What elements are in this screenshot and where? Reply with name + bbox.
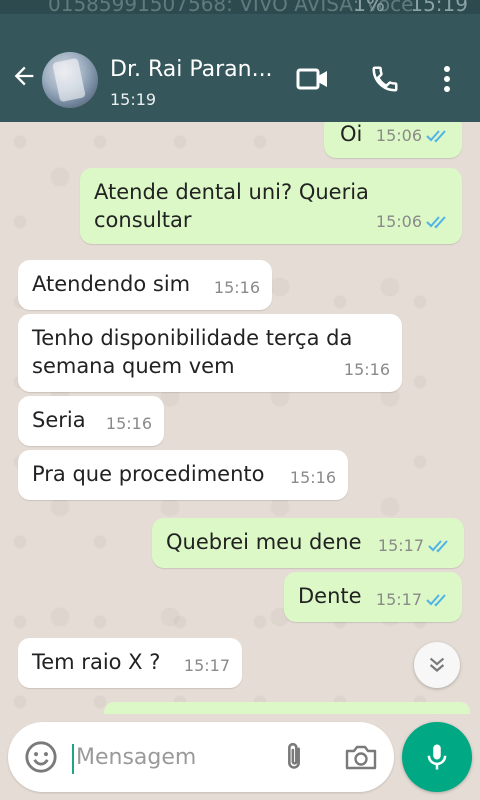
status-time: 15:19 (410, 0, 468, 14)
paperclip-icon[interactable] (280, 740, 308, 774)
double-check-icon (426, 130, 446, 143)
more-vertical-icon[interactable] (438, 64, 456, 94)
arrow-left-icon[interactable] (10, 62, 38, 90)
message-time: 15:06 (375, 212, 422, 231)
scroll-to-bottom-button[interactable] (414, 642, 460, 688)
double-check-icon (426, 594, 446, 607)
message-bubble-outgoing[interactable]: Dente 15:17 (284, 572, 462, 622)
message-meta: 15:17 (376, 586, 450, 614)
avatar[interactable] (42, 52, 98, 108)
text-caret (72, 744, 74, 774)
microphone-icon (427, 744, 447, 770)
message-time: 15:17 (377, 536, 424, 555)
message-bubble-incoming[interactable]: Tenho disponibilidade terça da semana qu… (18, 314, 402, 392)
status-bar: 01585991507568: VIVO AVISA: Voce 1% 15:1… (0, 0, 480, 14)
message-time: 15:16 (213, 278, 260, 297)
message-text: Pra que procedimento (32, 462, 265, 486)
message-bubble-outgoing[interactable]: Oi 15:06 (324, 122, 462, 158)
message-text: Tem raio X ? (32, 650, 161, 674)
emoji-icon[interactable] (24, 740, 58, 774)
message-meta: 15:16 (290, 464, 336, 492)
message-time: 15:16 (105, 414, 152, 433)
message-input[interactable] (76, 738, 266, 776)
message-time: 15:16 (289, 468, 336, 487)
video-camera-icon[interactable] (296, 64, 330, 94)
message-bubble-incoming[interactable]: Pra que procedimento 15:16 (18, 450, 348, 500)
message-text-line: Tenho disponibilidade terça da (32, 326, 353, 350)
status-right: 1% 15:19 (353, 0, 468, 14)
message-text: Seria (32, 408, 86, 432)
message-text-line: semana quem vem (32, 354, 235, 378)
message-bubble-incoming[interactable]: Tem raio X ? 15:17 (18, 638, 242, 688)
message-meta: 15:16 (344, 356, 390, 384)
message-text: Quebrei meu dene (166, 530, 362, 554)
message-bubble-incoming[interactable]: Seria 15:16 (18, 396, 164, 446)
message-composer (8, 722, 394, 792)
message-meta: 15:17 (184, 652, 230, 680)
message-meta: 15:06 (376, 122, 450, 150)
battery-percent: 1% (353, 0, 385, 14)
message-bubble-incoming[interactable]: Atendendo sim 15:16 (18, 260, 272, 310)
chat-area[interactable]: Oi 15:06 Atende dental uni? Queria consu… (0, 122, 480, 714)
camera-icon[interactable] (344, 742, 378, 772)
message-bubble-partial (104, 702, 470, 714)
message-meta: 15:16 (106, 410, 152, 438)
message-text: Atendendo sim (32, 272, 191, 296)
message-time: 15:17 (375, 590, 422, 609)
message-text: Dente (298, 584, 362, 608)
message-text-line: Atende dental uni? Queria (94, 180, 369, 204)
contact-name[interactable]: Dr. Rai Paran... (110, 57, 273, 82)
last-seen: 15:19 (110, 90, 157, 109)
phone-icon[interactable] (368, 64, 402, 94)
voice-record-button[interactable] (402, 722, 472, 792)
message-time: 15:06 (375, 126, 422, 145)
chat-header: Dr. Rai Paran... 15:19 (0, 14, 480, 122)
message-time: 15:16 (343, 360, 390, 379)
message-text: Oi (340, 122, 363, 146)
message-meta: 15:06 (376, 208, 450, 236)
message-time: 15:17 (183, 656, 230, 675)
double-chevron-down-icon (429, 657, 445, 672)
message-meta: 15:16 (214, 274, 260, 302)
double-check-icon (426, 216, 446, 229)
message-bubble-outgoing[interactable]: Atende dental uni? Queria consultar 15:0… (80, 168, 462, 244)
double-check-icon (428, 540, 448, 553)
message-bubble-outgoing[interactable]: Quebrei meu dene 15:17 (152, 518, 464, 568)
message-meta: 15:17 (378, 532, 452, 560)
